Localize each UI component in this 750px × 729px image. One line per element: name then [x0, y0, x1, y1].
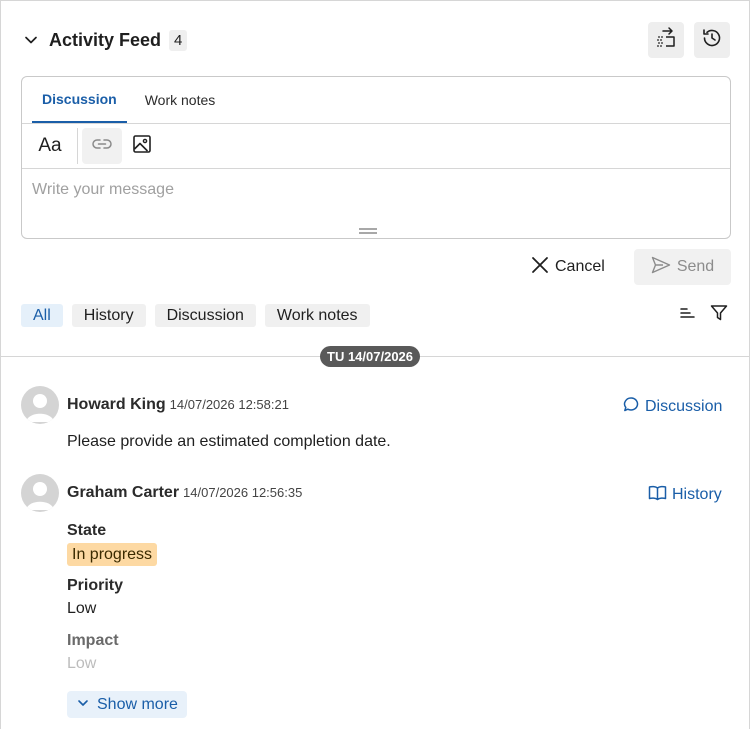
tab-work-notes[interactable]: Work notes: [135, 77, 226, 123]
filter-work-notes[interactable]: Work notes: [264, 304, 370, 327]
entry-timestamp: 14/07/2026 12:58:21: [169, 397, 289, 412]
filter-icon: [710, 304, 728, 327]
link-icon: [90, 132, 114, 161]
filter-all[interactable]: All: [21, 304, 63, 327]
sort-icon: [678, 305, 696, 326]
activity-count-badge: 4: [169, 29, 188, 51]
reorder-button[interactable]: [648, 22, 684, 58]
history-icon: [700, 26, 724, 55]
page-title: Activity Feed: [49, 29, 162, 50]
text-format-button[interactable]: Aa: [27, 128, 73, 164]
avatar: [21, 386, 59, 424]
field-label-state: State: [67, 522, 107, 539]
filter-discussion[interactable]: Discussion: [154, 304, 256, 327]
cancel-label: Cancel: [555, 258, 605, 275]
message-composer: Discussion Work notes Aa: [21, 76, 731, 239]
toolbar-divider: [77, 128, 78, 164]
avatar-icon: [21, 394, 59, 424]
filter-button[interactable]: [708, 304, 730, 326]
field-label-impact: Impact: [67, 632, 119, 649]
entry-type-label: Discussion: [645, 398, 723, 415]
state-badge: In progress: [67, 543, 158, 566]
field-label-priority: Priority: [67, 577, 124, 594]
entry-author: Graham Carter 14/07/2026 12:56:35: [67, 484, 302, 502]
send-icon: [651, 256, 677, 279]
history-button[interactable]: [694, 22, 730, 58]
tab-discussion[interactable]: Discussion: [32, 77, 127, 123]
author-name: Howard King: [67, 396, 166, 413]
message-area: [22, 169, 730, 238]
avatar-icon: [21, 482, 59, 512]
sort-button[interactable]: [676, 304, 698, 326]
activity-feed-header: Activity Feed 4: [21, 25, 188, 55]
book-icon: [648, 484, 672, 506]
chat-bubble-icon: [623, 396, 645, 418]
author-name: Graham Carter: [67, 484, 180, 501]
close-icon: [531, 256, 555, 279]
entry-author: Howard King 14/07/2026 12:58:21: [67, 396, 289, 414]
field-value-impact: Low: [67, 655, 97, 672]
entry-timestamp: 14/07/2026 12:56:35: [183, 485, 303, 500]
composer-tabs: Discussion Work notes: [22, 77, 730, 124]
show-more-button[interactable]: Show more: [67, 691, 187, 718]
send-label: Send: [676, 258, 715, 275]
reorder-icon: [654, 26, 678, 55]
activity-filters: All History Discussion Work notes: [21, 304, 379, 327]
composer-toolbar: Aa: [22, 124, 730, 169]
field-value-priority: Low: [67, 600, 97, 617]
entry-type-discussion[interactable]: Discussion: [623, 396, 722, 418]
entry-message: Please provide an estimated completion d…: [67, 433, 391, 450]
entry-type-history[interactable]: History: [648, 484, 722, 506]
date-separator: TU 14/07/2026: [320, 346, 421, 367]
chevron-down-icon: [77, 696, 97, 714]
avatar: [21, 474, 59, 512]
chevron-down-icon[interactable]: [21, 30, 41, 50]
activity-feed-panel: Activity Feed 4 Discussion Work notes Aa…: [0, 0, 750, 729]
show-more-label: Show more: [97, 695, 178, 713]
filter-history[interactable]: History: [71, 304, 146, 327]
image-icon: [131, 133, 153, 160]
resize-handle[interactable]: [359, 228, 377, 234]
insert-image-button[interactable]: [122, 128, 162, 164]
send-button[interactable]: Send: [634, 249, 731, 285]
insert-link-button[interactable]: [82, 128, 122, 164]
entry-type-label: History: [672, 486, 722, 503]
cancel-button[interactable]: Cancel: [523, 249, 613, 285]
